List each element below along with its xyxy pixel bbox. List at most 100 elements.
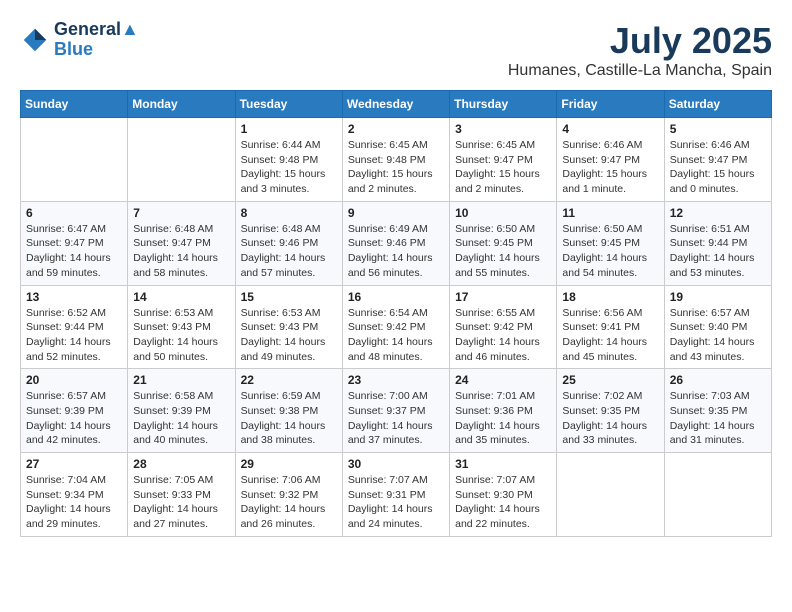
day-number: 5 bbox=[670, 122, 766, 136]
day-info: Sunrise: 7:02 AM Sunset: 9:35 PM Dayligh… bbox=[562, 389, 658, 448]
day-info: Sunrise: 6:48 AM Sunset: 9:47 PM Dayligh… bbox=[133, 222, 229, 281]
logo: General▲ Blue bbox=[20, 20, 139, 60]
day-info: Sunrise: 6:52 AM Sunset: 9:44 PM Dayligh… bbox=[26, 306, 122, 365]
calendar-cell: 14 Sunrise: 6:53 AM Sunset: 9:43 PM Dayli… bbox=[128, 285, 235, 369]
calendar-cell bbox=[664, 453, 771, 537]
day-number: 30 bbox=[348, 457, 444, 471]
calendar-week-4: 20 Sunrise: 6:57 AM Sunset: 9:39 PM Dayli… bbox=[21, 369, 772, 453]
calendar-cell: 18Sunrise: 6:56 AM Sunset: 9:41 PM Dayli… bbox=[557, 285, 664, 369]
day-info: Sunrise: 7:01 AM Sunset: 9:36 PM Dayligh… bbox=[455, 389, 551, 448]
day-number: 12 bbox=[670, 206, 766, 220]
day-info: Sunrise: 6:44 AM Sunset: 9:48 PM Dayligh… bbox=[241, 138, 337, 197]
calendar-cell: 15Sunrise: 6:53 AM Sunset: 9:43 PM Dayli… bbox=[235, 285, 342, 369]
month-title: July 2025 bbox=[508, 20, 772, 62]
day-info: Sunrise: 6:56 AM Sunset: 9:41 PM Dayligh… bbox=[562, 306, 658, 365]
day-info: Sunrise: 6:46 AM Sunset: 9:47 PM Dayligh… bbox=[562, 138, 658, 197]
calendar-cell: 6 Sunrise: 6:47 AM Sunset: 9:47 PM Daylig… bbox=[21, 201, 128, 285]
calendar-cell: 2 Sunrise: 6:45 AM Sunset: 9:48 PM Daylig… bbox=[342, 118, 449, 202]
day-number: 8 bbox=[241, 206, 337, 220]
day-number: 7 bbox=[133, 206, 229, 220]
day-number: 19 bbox=[670, 290, 766, 304]
page-header: General▲ Blue July 2025 Humanes, Castill… bbox=[20, 20, 772, 80]
calendar-cell bbox=[557, 453, 664, 537]
calendar-cell: 11 Sunrise: 6:50 AM Sunset: 9:45 PM Dayli… bbox=[557, 201, 664, 285]
day-number: 25 bbox=[562, 373, 658, 387]
day-info: Sunrise: 6:48 AM Sunset: 9:46 PM Dayligh… bbox=[241, 222, 337, 281]
calendar-cell: 9 Sunrise: 6:49 AM Sunset: 9:46 PM Daylig… bbox=[342, 201, 449, 285]
day-number: 31 bbox=[455, 457, 551, 471]
day-info: Sunrise: 6:58 AM Sunset: 9:39 PM Dayligh… bbox=[133, 389, 229, 448]
location: Humanes, Castille-La Mancha, Spain bbox=[508, 62, 772, 80]
weekday-header-friday: Friday bbox=[557, 91, 664, 118]
weekday-header-thursday: Thursday bbox=[450, 91, 557, 118]
calendar-cell: 10Sunrise: 6:50 AM Sunset: 9:45 PM Dayli… bbox=[450, 201, 557, 285]
day-number: 20 bbox=[26, 373, 122, 387]
day-number: 22 bbox=[241, 373, 337, 387]
day-info: Sunrise: 6:46 AM Sunset: 9:47 PM Dayligh… bbox=[670, 138, 766, 197]
calendar-cell: 27 Sunrise: 7:04 AM Sunset: 9:34 PM Dayli… bbox=[21, 453, 128, 537]
calendar-cell: 23 Sunrise: 7:00 AM Sunset: 9:37 PM Dayli… bbox=[342, 369, 449, 453]
day-number: 15 bbox=[241, 290, 337, 304]
calendar-cell: 17Sunrise: 6:55 AM Sunset: 9:42 PM Dayli… bbox=[450, 285, 557, 369]
calendar-week-2: 6 Sunrise: 6:47 AM Sunset: 9:47 PM Daylig… bbox=[21, 201, 772, 285]
day-info: Sunrise: 6:57 AM Sunset: 9:40 PM Dayligh… bbox=[670, 306, 766, 365]
day-info: Sunrise: 7:04 AM Sunset: 9:34 PM Dayligh… bbox=[26, 473, 122, 532]
calendar-cell: 30 Sunrise: 7:07 AM Sunset: 9:31 PM Dayli… bbox=[342, 453, 449, 537]
day-number: 16 bbox=[348, 290, 444, 304]
day-number: 28 bbox=[133, 457, 229, 471]
day-number: 23 bbox=[348, 373, 444, 387]
day-info: Sunrise: 6:45 AM Sunset: 9:47 PM Dayligh… bbox=[455, 138, 551, 197]
weekday-header-row: SundayMondayTuesdayWednesdayThursdayFrid… bbox=[21, 91, 772, 118]
day-info: Sunrise: 6:47 AM Sunset: 9:47 PM Dayligh… bbox=[26, 222, 122, 281]
day-info: Sunrise: 6:45 AM Sunset: 9:48 PM Dayligh… bbox=[348, 138, 444, 197]
day-info: Sunrise: 6:50 AM Sunset: 9:45 PM Dayligh… bbox=[562, 222, 658, 281]
calendar-cell: 29Sunrise: 7:06 AM Sunset: 9:32 PM Dayli… bbox=[235, 453, 342, 537]
calendar-cell: 19 Sunrise: 6:57 AM Sunset: 9:40 PM Dayli… bbox=[664, 285, 771, 369]
calendar-cell: 12 Sunrise: 6:51 AM Sunset: 9:44 PM Dayli… bbox=[664, 201, 771, 285]
weekday-header-tuesday: Tuesday bbox=[235, 91, 342, 118]
calendar-cell: 31Sunrise: 7:07 AM Sunset: 9:30 PM Dayli… bbox=[450, 453, 557, 537]
calendar-cell: 24Sunrise: 7:01 AM Sunset: 9:36 PM Dayli… bbox=[450, 369, 557, 453]
calendar-table: SundayMondayTuesdayWednesdayThursdayFrid… bbox=[20, 90, 772, 537]
logo-text: General▲ Blue bbox=[54, 20, 139, 60]
day-info: Sunrise: 6:53 AM Sunset: 9:43 PM Dayligh… bbox=[133, 306, 229, 365]
weekday-header-sunday: Sunday bbox=[21, 91, 128, 118]
calendar-cell: 1Sunrise: 6:44 AM Sunset: 9:48 PM Daylig… bbox=[235, 118, 342, 202]
title-block: July 2025 Humanes, Castille-La Mancha, S… bbox=[508, 20, 772, 80]
day-info: Sunrise: 6:50 AM Sunset: 9:45 PM Dayligh… bbox=[455, 222, 551, 281]
day-info: Sunrise: 6:49 AM Sunset: 9:46 PM Dayligh… bbox=[348, 222, 444, 281]
calendar-cell: 21Sunrise: 6:58 AM Sunset: 9:39 PM Dayli… bbox=[128, 369, 235, 453]
calendar-cell: 7 Sunrise: 6:48 AM Sunset: 9:47 PM Daylig… bbox=[128, 201, 235, 285]
day-number: 2 bbox=[348, 122, 444, 136]
day-number: 11 bbox=[562, 206, 658, 220]
calendar-cell: 26Sunrise: 7:03 AM Sunset: 9:35 PM Dayli… bbox=[664, 369, 771, 453]
day-info: Sunrise: 7:06 AM Sunset: 9:32 PM Dayligh… bbox=[241, 473, 337, 532]
calendar-cell: 22 Sunrise: 6:59 AM Sunset: 9:38 PM Dayli… bbox=[235, 369, 342, 453]
day-number: 26 bbox=[670, 373, 766, 387]
weekday-header-monday: Monday bbox=[128, 91, 235, 118]
calendar-cell bbox=[128, 118, 235, 202]
day-number: 14 bbox=[133, 290, 229, 304]
day-info: Sunrise: 6:51 AM Sunset: 9:44 PM Dayligh… bbox=[670, 222, 766, 281]
calendar-cell: 28 Sunrise: 7:05 AM Sunset: 9:33 PM Dayli… bbox=[128, 453, 235, 537]
day-info: Sunrise: 7:00 AM Sunset: 9:37 PM Dayligh… bbox=[348, 389, 444, 448]
day-info: Sunrise: 6:54 AM Sunset: 9:42 PM Dayligh… bbox=[348, 306, 444, 365]
calendar-cell bbox=[21, 118, 128, 202]
day-number: 3 bbox=[455, 122, 551, 136]
calendar-cell: 3 Sunrise: 6:45 AM Sunset: 9:47 PM Daylig… bbox=[450, 118, 557, 202]
day-info: Sunrise: 7:05 AM Sunset: 9:33 PM Dayligh… bbox=[133, 473, 229, 532]
logo-icon bbox=[20, 25, 50, 55]
day-number: 6 bbox=[26, 206, 122, 220]
calendar-cell: 25 Sunrise: 7:02 AM Sunset: 9:35 PM Dayli… bbox=[557, 369, 664, 453]
weekday-header-saturday: Saturday bbox=[664, 91, 771, 118]
day-number: 9 bbox=[348, 206, 444, 220]
day-info: Sunrise: 6:57 AM Sunset: 9:39 PM Dayligh… bbox=[26, 389, 122, 448]
day-number: 17 bbox=[455, 290, 551, 304]
day-number: 27 bbox=[26, 457, 122, 471]
calendar-week-3: 13Sunrise: 6:52 AM Sunset: 9:44 PM Dayli… bbox=[21, 285, 772, 369]
calendar-cell: 20 Sunrise: 6:57 AM Sunset: 9:39 PM Dayli… bbox=[21, 369, 128, 453]
day-info: Sunrise: 6:59 AM Sunset: 9:38 PM Dayligh… bbox=[241, 389, 337, 448]
calendar-cell: 16 Sunrise: 6:54 AM Sunset: 9:42 PM Dayli… bbox=[342, 285, 449, 369]
day-info: Sunrise: 7:07 AM Sunset: 9:31 PM Dayligh… bbox=[348, 473, 444, 532]
calendar-week-1: 1Sunrise: 6:44 AM Sunset: 9:48 PM Daylig… bbox=[21, 118, 772, 202]
